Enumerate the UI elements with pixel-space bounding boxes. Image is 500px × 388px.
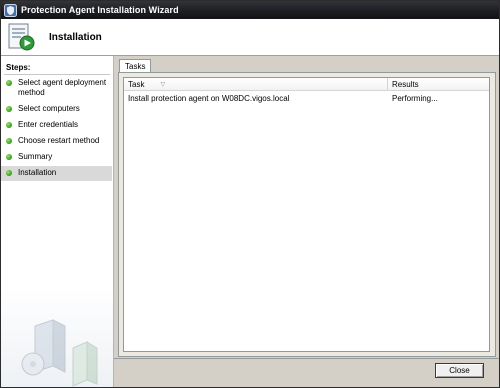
complete-bullet-icon xyxy=(6,122,12,128)
step-label: Choose restart method xyxy=(18,136,100,145)
step-select-computers: Select computers xyxy=(1,104,112,116)
steps-sidebar: Steps: Select agent deployment method Se… xyxy=(1,56,114,387)
complete-bullet-icon xyxy=(6,106,12,112)
step-choose-restart-method: Choose restart method xyxy=(1,136,112,148)
installation-wizard-icon xyxy=(8,23,35,51)
steps-heading: Steps: xyxy=(6,63,31,72)
step-label: Installation xyxy=(18,168,57,177)
servers-illustration xyxy=(21,319,98,387)
tasks-tab-panel: Task ▽ Results Install protection agent … xyxy=(118,72,496,357)
step-installation: Installation xyxy=(1,166,112,181)
step-summary: Summary xyxy=(1,152,112,164)
tasks-list[interactable]: Task ▽ Results Install protection agent … xyxy=(123,77,490,352)
result-cell: Performing... xyxy=(392,94,438,103)
column-header-task[interactable]: Task ▽ xyxy=(124,78,388,91)
complete-bullet-icon xyxy=(6,138,12,144)
step-label: Select computers xyxy=(18,104,80,113)
tab-label: Tasks xyxy=(125,62,146,71)
complete-bullet-icon xyxy=(6,80,12,86)
sort-caret-icon: ▽ xyxy=(160,82,166,88)
wizard-header: Installation xyxy=(1,19,499,56)
wizard-window: Protection Agent Installation Wizard Ins… xyxy=(0,0,500,388)
column-header-results[interactable]: Results xyxy=(388,78,489,91)
step-label: Summary xyxy=(18,152,53,161)
content-area: Tasks Task ▽ Results Install protection … xyxy=(114,56,499,359)
step-label: Select agent deployment method xyxy=(18,78,107,97)
title-bar[interactable]: Protection Agent Installation Wizard xyxy=(1,1,499,19)
step-enter-credentials: Enter credentials xyxy=(1,120,112,132)
tab-tasks[interactable]: Tasks xyxy=(119,59,152,73)
current-bullet-icon xyxy=(6,170,12,176)
step-label: Enter credentials xyxy=(18,120,79,129)
shield-icon xyxy=(4,3,17,17)
task-cell: Install protection agent on W08DC.vigos.… xyxy=(128,94,290,103)
steps-divider xyxy=(4,74,110,75)
column-label: Results xyxy=(392,80,419,89)
table-row[interactable]: Install protection agent on W08DC.vigos.… xyxy=(124,92,489,105)
step-select-agent-deployment-method: Select agent deployment method xyxy=(1,78,112,100)
tasks-list-header: Task ▽ Results xyxy=(124,78,489,91)
footer-divider xyxy=(114,358,499,359)
page-title: Installation xyxy=(49,31,102,43)
window-title: Protection Agent Installation Wizard xyxy=(21,5,179,15)
column-label: Task xyxy=(128,80,145,89)
close-button[interactable]: Close xyxy=(435,363,484,378)
complete-bullet-icon xyxy=(6,154,12,160)
